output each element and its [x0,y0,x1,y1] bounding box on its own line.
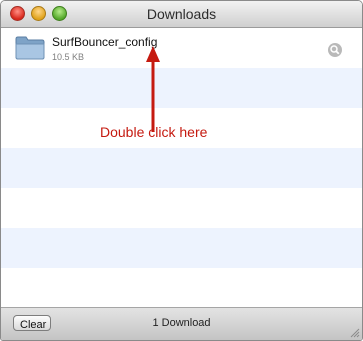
window-title: Downloads [146,6,217,22]
downloads-window: Downloads SurfBouncer_config 10.5 KB Dou… [0,0,363,341]
list-row-stripe [1,188,362,228]
download-count-status: 1 Download [152,317,211,329]
folder-icon [15,36,45,60]
download-filesize: 10.5 KB [52,52,85,62]
download-item[interactable]: SurfBouncer_config 10.5 KB [1,28,362,68]
downloads-list: SurfBouncer_config 10.5 KB Double click … [1,28,362,308]
list-row-stripe [1,148,362,188]
annotation-text: Double click here [100,124,208,140]
list-row-stripe [1,68,362,108]
title-bar[interactable]: Downloads [1,1,362,28]
download-filename: SurfBouncer_config [52,35,158,49]
bottom-bar: Clear 1 Download [1,307,362,340]
list-row-stripe [1,228,362,268]
list-row-stripe [1,268,362,308]
resize-grip-icon[interactable] [349,327,360,338]
magnifier-icon[interactable] [328,43,342,57]
